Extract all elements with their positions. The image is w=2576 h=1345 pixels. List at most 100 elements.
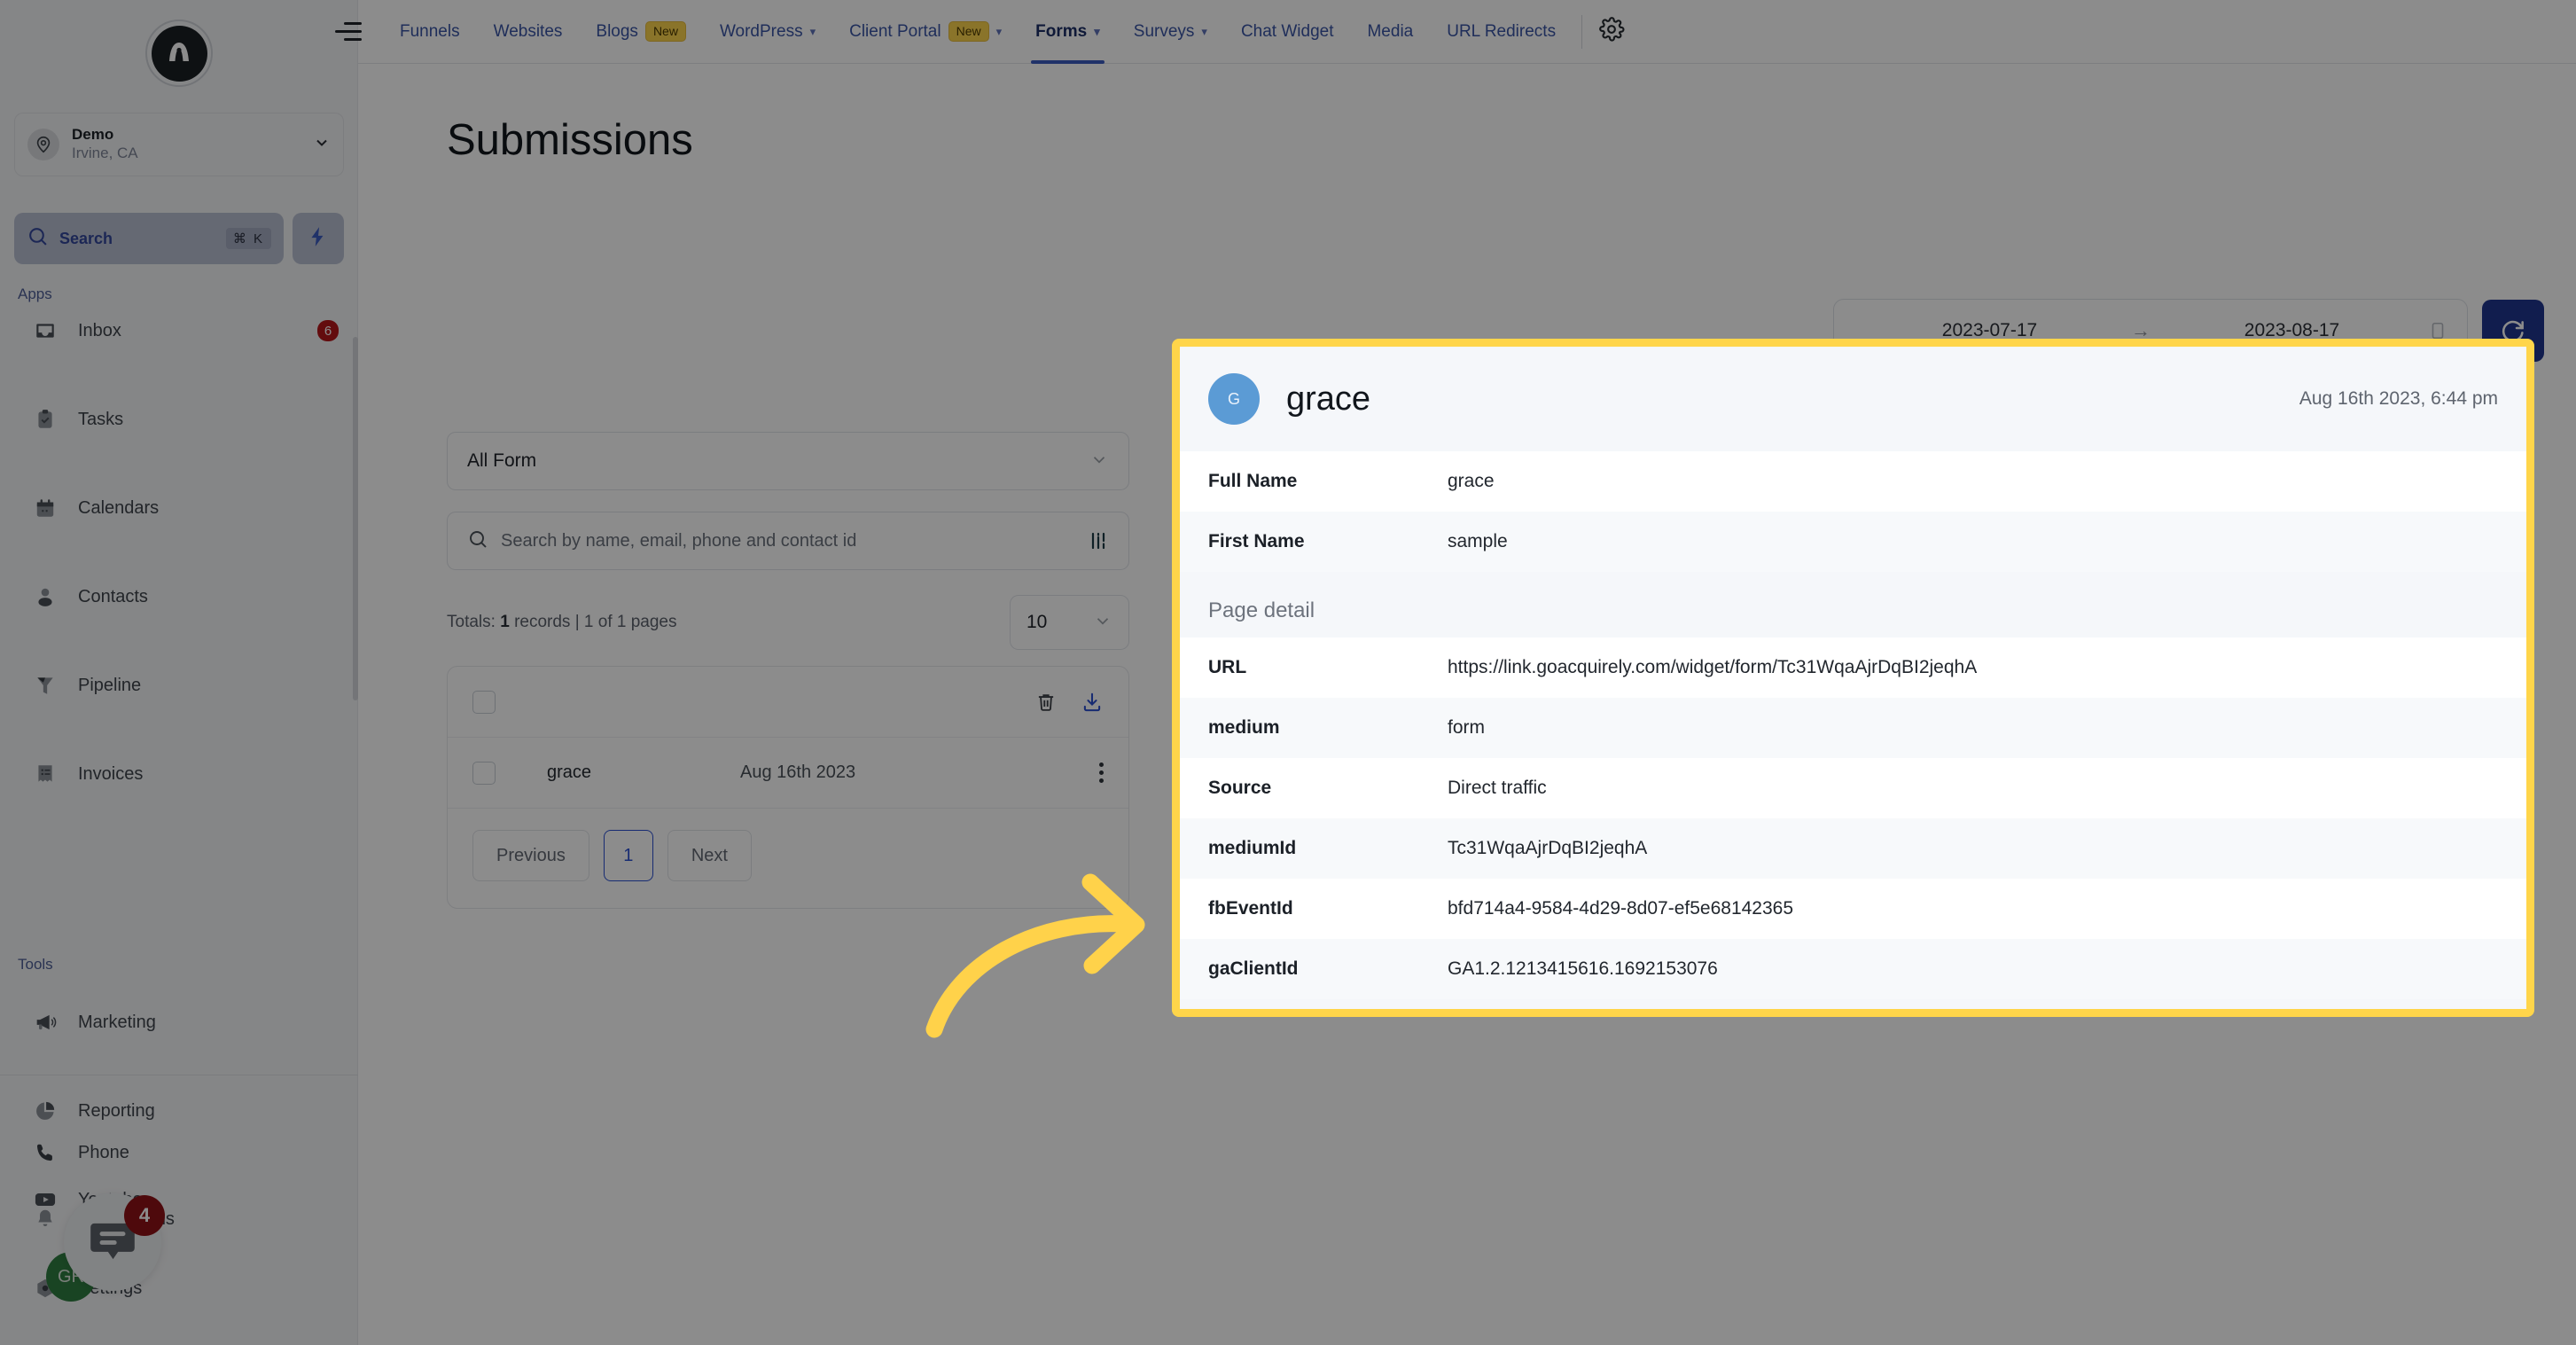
sidebar-item-phone[interactable]: Phone bbox=[0, 1130, 358, 1175]
select-all-checkbox[interactable] bbox=[472, 690, 496, 714]
field-key: Source bbox=[1208, 778, 1272, 798]
hamburger-menu-icon[interactable] bbox=[332, 22, 362, 41]
page-detail-row: mediumId Tc31WqaAjrDqBI2jeqhA bbox=[1180, 818, 2526, 879]
tab-websites[interactable]: Websites bbox=[477, 0, 580, 64]
tab-forms[interactable]: Forms ▾ bbox=[1019, 0, 1117, 64]
search-input[interactable]: Search by name, email, phone and contact… bbox=[447, 512, 1129, 570]
sidebar-item-label: Tasks bbox=[78, 409, 124, 429]
field-value: grace bbox=[1448, 471, 1495, 491]
phone-icon bbox=[30, 1141, 60, 1164]
field-value: Direct traffic bbox=[1448, 778, 1547, 798]
sidebar-search-row: Search ⌘ K bbox=[14, 213, 344, 264]
sidebar-item-inbox[interactable]: Inbox 6 bbox=[0, 309, 358, 353]
page-detail-row: medium form bbox=[1180, 698, 2526, 758]
chat-widget-button[interactable]: 4 bbox=[64, 1193, 165, 1291]
top-navigation: Funnels Websites Blogs New WordPress ▾ C… bbox=[335, 0, 2576, 64]
search-icon bbox=[467, 528, 488, 554]
table-toolbar-row bbox=[448, 667, 1128, 738]
clipboard-check-icon bbox=[30, 408, 60, 431]
form-filter-select[interactable]: All Form bbox=[447, 432, 1129, 490]
pie-chart-icon bbox=[30, 1099, 60, 1122]
top-nav-items: Funnels Websites Blogs New WordPress ▾ C… bbox=[383, 0, 1625, 64]
tab-url-redirects[interactable]: URL Redirects bbox=[1430, 0, 1573, 64]
detail-field-row: First Name sample bbox=[1180, 512, 2526, 572]
sidebar-item-invoices[interactable]: Invoices bbox=[0, 752, 358, 796]
tab-surveys[interactable]: Surveys ▾ bbox=[1117, 0, 1224, 64]
field-key: First Name bbox=[1208, 531, 1305, 551]
sidebar-scrollbar[interactable] bbox=[353, 337, 358, 700]
tab-media[interactable]: Media bbox=[1350, 0, 1430, 64]
sidebar-item-label: Inbox bbox=[78, 320, 121, 340]
table-row[interactable]: grace Aug 16th 2023 bbox=[448, 738, 1128, 809]
sidebar-group-tools: Tools bbox=[18, 956, 53, 973]
new-badge: New bbox=[948, 21, 989, 42]
totals-row: Totals: 1 records | 1 of 1 pages 10 bbox=[447, 595, 1129, 650]
tab-wordpress[interactable]: WordPress ▾ bbox=[703, 0, 832, 64]
tab-label: Media bbox=[1367, 21, 1414, 41]
tab-chat-widget[interactable]: Chat Widget bbox=[1224, 0, 1351, 64]
row-date: Aug 16th 2023 bbox=[740, 762, 856, 782]
app-logo[interactable] bbox=[0, 20, 358, 87]
location-switcher[interactable]: Demo Irvine, CA bbox=[14, 113, 344, 176]
tab-label: Blogs bbox=[596, 21, 638, 41]
sidebar: Demo Irvine, CA Search ⌘ K Apps Inbox 6 … bbox=[0, 0, 358, 1345]
sidebar-group-apps: Apps bbox=[18, 285, 52, 302]
pagination: Previous 1 Next bbox=[448, 809, 1128, 908]
tab-label: Forms bbox=[1035, 21, 1088, 41]
previous-page-button[interactable]: Previous bbox=[472, 830, 589, 881]
totals-records: 1 bbox=[500, 613, 510, 631]
sidebar-item-marketing[interactable]: Marketing bbox=[0, 1000, 358, 1044]
sidebar-item-label: Calendars bbox=[78, 497, 160, 518]
sidebar-item-contacts[interactable]: Contacts bbox=[0, 575, 358, 619]
next-page-button[interactable]: Next bbox=[667, 830, 752, 881]
calendar-icon bbox=[30, 497, 60, 520]
acquirely-logo-icon bbox=[151, 25, 207, 82]
submissions-list-panel: All Form Search by name, email, phone an… bbox=[447, 432, 1129, 909]
tab-label: WordPress bbox=[719, 21, 803, 41]
sidebar-item-reporting[interactable]: Reporting bbox=[0, 1089, 358, 1133]
sidebar-item-label: Reporting bbox=[78, 1100, 155, 1121]
sidebar-item-notifications[interactable]: Notifications bbox=[0, 1197, 358, 1241]
kebab-menu-icon[interactable] bbox=[1099, 762, 1104, 783]
tab-funnels[interactable]: Funnels bbox=[383, 0, 477, 64]
gear-icon bbox=[1598, 16, 1625, 47]
tab-label: Websites bbox=[493, 21, 563, 41]
tab-client-portal[interactable]: Client Portal New ▾ bbox=[832, 0, 1019, 64]
row-checkbox[interactable] bbox=[472, 761, 496, 785]
search-icon bbox=[27, 225, 49, 252]
submission-timestamp: Aug 16th 2023, 6:44 pm bbox=[2299, 388, 2498, 409]
search-label: Search bbox=[59, 229, 113, 247]
trash-icon[interactable] bbox=[1034, 691, 1058, 714]
tab-label: Client Portal bbox=[849, 21, 941, 41]
per-page-select[interactable]: 10 bbox=[1010, 595, 1129, 650]
location-name: Demo bbox=[72, 126, 114, 143]
chevron-down-icon[interactable] bbox=[313, 134, 331, 156]
chevron-down-icon: ▾ bbox=[995, 24, 1003, 38]
field-key: gaClientId bbox=[1208, 958, 1299, 979]
submissions-table: grace Aug 16th 2023 Previous 1 Next bbox=[447, 666, 1129, 909]
lightning-bolt-icon bbox=[307, 225, 330, 253]
page-detail-row: fbEventId bfd714a4-9584-4d29-8d07-ef5e68… bbox=[1180, 879, 2526, 939]
field-key: medium bbox=[1208, 717, 1280, 738]
page-number-1[interactable]: 1 bbox=[603, 830, 653, 881]
tab-label: Surveys bbox=[1133, 21, 1195, 41]
sidebar-item-label: Pipeline bbox=[78, 675, 142, 695]
quick-action-button[interactable] bbox=[293, 213, 344, 264]
sidebar-item-tasks[interactable]: Tasks bbox=[0, 397, 358, 442]
field-value: form bbox=[1448, 717, 1485, 738]
chevron-down-icon bbox=[1093, 611, 1112, 635]
logo-ring bbox=[145, 20, 213, 87]
search-button[interactable]: Search ⌘ K bbox=[14, 213, 284, 264]
field-value: Tc31WqaAjrDqBI2jeqhA bbox=[1448, 838, 1648, 858]
download-icon[interactable] bbox=[1081, 691, 1104, 714]
field-value: GA1.2.1213415616.1692153076 bbox=[1448, 958, 1718, 979]
filter-sliders-icon[interactable] bbox=[1088, 530, 1109, 551]
sidebar-item-pipeline[interactable]: Pipeline bbox=[0, 663, 358, 708]
inbox-icon bbox=[30, 319, 60, 342]
sidebar-item-label: Invoices bbox=[78, 763, 144, 784]
sidebar-item-calendars[interactable]: Calendars bbox=[0, 486, 358, 530]
tab-blogs[interactable]: Blogs New bbox=[579, 0, 703, 64]
chevron-down-icon: ▾ bbox=[1094, 24, 1100, 38]
settings-button[interactable] bbox=[1598, 16, 1625, 47]
search-shortcut: ⌘ K bbox=[225, 228, 271, 249]
